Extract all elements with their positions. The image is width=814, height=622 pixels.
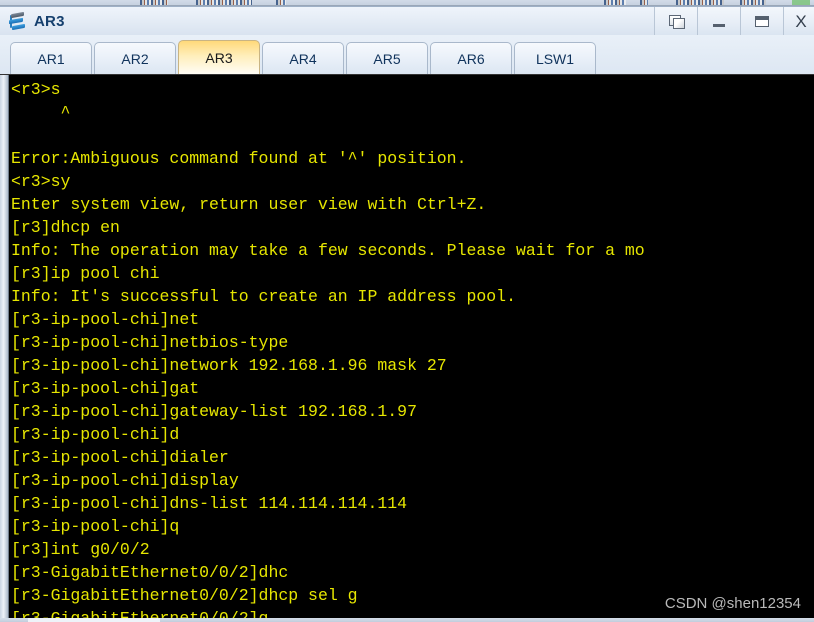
console-line: Enter system view, return user view with… [11, 195, 487, 214]
title-bar[interactable]: AR3 X [0, 7, 814, 35]
console-line: [r3-ip-pool-chi]net [11, 310, 200, 329]
console-line: [r3]ip pool chi [11, 264, 160, 283]
tab-ar2[interactable]: AR2 [94, 42, 176, 74]
maximize-button[interactable] [740, 7, 783, 35]
minimize-button[interactable] [697, 7, 740, 35]
tab-label: AR6 [457, 50, 485, 67]
console-output[interactable]: <r3>s ^ Error:Ambiguous command found at … [11, 78, 814, 622]
console-line: [r3-ip-pool-chi]d [11, 425, 180, 444]
console-line: [r3-ip-pool-chi]dialer [11, 448, 229, 467]
tab-ar1[interactable]: AR1 [10, 42, 92, 74]
window-controls: X [654, 7, 814, 35]
tab-label: LSW1 [535, 50, 575, 67]
console-line: <r3>s [11, 80, 61, 99]
window-bottom-highlight [28, 618, 160, 622]
tab-ar3[interactable]: AR3 [178, 40, 260, 74]
device-tab-strip: AR1 AR2 AR3 AR4 AR5 AR6 LSW1 [0, 35, 814, 74]
window-bottom-edge [0, 618, 814, 622]
console-line: Error:Ambiguous command found at '^' pos… [11, 149, 467, 168]
console-line: [r3-ip-pool-chi]gat [11, 379, 200, 398]
console-line: [r3-ip-pool-chi]netbios-type [11, 333, 289, 352]
terminal-area[interactable]: <r3>s ^ Error:Ambiguous command found at … [0, 74, 814, 622]
tab-label: AR3 [205, 49, 233, 66]
restore-icon [668, 14, 685, 29]
tab-ar6[interactable]: AR6 [430, 42, 512, 74]
tab-ar5[interactable]: AR5 [346, 42, 428, 74]
console-line: ^ [11, 103, 71, 122]
console-line: [r3-ip-pool-chi]dns-list 114.114.114.114 [11, 494, 408, 513]
console-line: [r3]dhcp en [11, 218, 120, 237]
tab-label: AR5 [373, 50, 401, 67]
console-line: [r3-ip-pool-chi]network 192.168.1.96 mas… [11, 356, 447, 375]
router-icon [7, 11, 27, 31]
tab-label: AR1 [37, 50, 65, 67]
tab-label: AR2 [121, 50, 149, 67]
console-line: [r3-GigabitEthernet0/0/2]dhc [11, 563, 289, 582]
close-icon: X [795, 11, 807, 31]
restore-button[interactable] [654, 7, 697, 35]
minimize-icon [713, 23, 725, 27]
console-line: [r3]int g0/0/2 [11, 540, 150, 559]
console-line: [r3-ip-pool-chi]display [11, 471, 239, 490]
maximize-icon [755, 15, 769, 27]
tab-label: AR4 [289, 50, 317, 67]
watermark-text: CSDN @shen12354 [664, 595, 801, 612]
console-line: [r3-ip-pool-chi]gateway-list 192.168.1.9… [11, 402, 417, 421]
window-title: AR3 [34, 12, 65, 30]
app-root: AR3 X AR1 AR2 AR3 AR4 AR5 AR6 LSW1 <r3>s… [0, 0, 814, 622]
console-line: Info: The operation may take a few secon… [11, 241, 645, 260]
close-button[interactable]: X [783, 7, 814, 35]
terminal-scrollbar[interactable] [0, 75, 9, 622]
terminal-window: AR3 X AR1 AR2 AR3 AR4 AR5 AR6 LSW1 <r3>s… [0, 6, 814, 622]
console-line: Info: It's successful to create an IP ad… [11, 287, 516, 306]
console-line: [r3-ip-pool-chi]q [11, 517, 180, 536]
tab-ar4[interactable]: AR4 [262, 42, 344, 74]
tab-lsw1[interactable]: LSW1 [514, 42, 596, 74]
console-line: <r3>sy [11, 172, 71, 191]
